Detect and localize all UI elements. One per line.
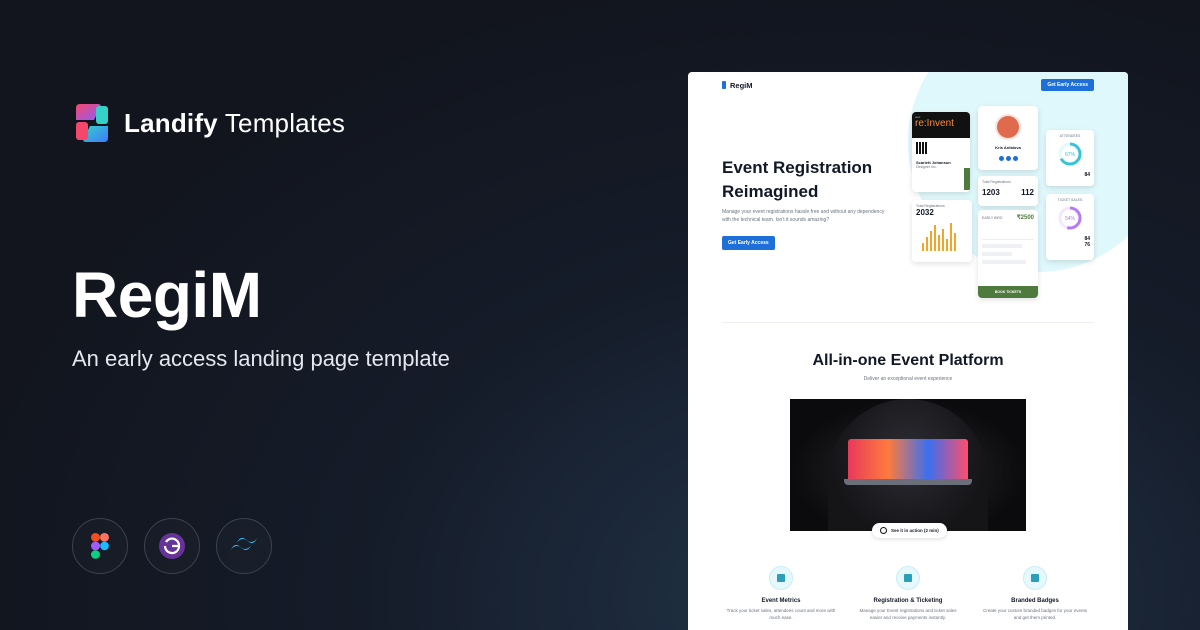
profile-card: Kris Anfalova bbox=[978, 106, 1038, 170]
registrations-chart-card: Total Registrations 2032 bbox=[912, 200, 972, 262]
total-count: 2032 bbox=[916, 208, 934, 217]
section-subtitle: Deliver an exceptional event experience bbox=[863, 376, 953, 382]
feature-title: Registration & Ticketing bbox=[873, 598, 943, 604]
chart-bar bbox=[954, 233, 956, 251]
preview-logo[interactable]: RegiM bbox=[722, 81, 753, 90]
laptop-base bbox=[844, 479, 972, 485]
preview-heading-line2: Reimagined bbox=[722, 181, 819, 201]
feature-description: Create your custom branded badges for yo… bbox=[982, 608, 1088, 620]
chart-bar bbox=[926, 237, 928, 251]
feature-title: Event Metrics bbox=[761, 598, 801, 604]
early-bird-label: EARLY BIRD bbox=[982, 215, 1003, 220]
tailwind-icon bbox=[216, 518, 272, 574]
hero-title: RegiM bbox=[72, 259, 262, 331]
book-tickets-button[interactable]: BOOK TICKETS bbox=[978, 286, 1038, 298]
event-time-icon bbox=[982, 244, 1022, 248]
ticket-header: aws re:Invent bbox=[912, 112, 970, 138]
attendees-label: ATTENDEES bbox=[1059, 134, 1081, 138]
hero-subtitle: An early access landing page template bbox=[72, 346, 450, 371]
brand: Landify Templates bbox=[72, 102, 345, 144]
preview-heading-line1: Event Registration bbox=[722, 158, 873, 177]
linkedin-icon[interactable] bbox=[1012, 156, 1018, 161]
preview-logo-text: RegiM bbox=[730, 80, 753, 90]
registrations-card: Total Registrations 1203 112 bbox=[978, 176, 1038, 206]
brand-name-strong: Landify bbox=[124, 107, 218, 138]
early-bird-price: ₹2500 bbox=[1016, 215, 1034, 221]
registrations-label: Total Registrations bbox=[982, 180, 1011, 184]
feature-description: Track your ticket sales, attendees count… bbox=[726, 608, 836, 620]
ticket-sales-label: TICKET SALES bbox=[1057, 198, 1083, 202]
ticket-value-b: 76 bbox=[1084, 242, 1090, 248]
figma-icon bbox=[72, 518, 128, 574]
metrics-icon bbox=[769, 566, 793, 590]
nav-early-access-button[interactable]: Get Early Access bbox=[1041, 79, 1094, 91]
play-icon bbox=[880, 527, 887, 534]
attendees-percent: 67% bbox=[1065, 152, 1076, 158]
ticket-card: aws re:Invent Scarlett Johanson Designer… bbox=[912, 112, 970, 192]
chart-bar bbox=[934, 225, 936, 251]
feature-branded-badges: Branded Badges Create your custom brande… bbox=[980, 566, 1090, 622]
section-divider bbox=[722, 322, 1094, 323]
ticket-sales-card: TICKET SALES 54% 84 76 bbox=[1046, 194, 1094, 260]
tool-icons bbox=[72, 518, 272, 574]
early-bird-card: EARLY BIRD ₹2500 BOOK TICKETS bbox=[978, 210, 1038, 298]
ticket-brand: re:Invent bbox=[915, 118, 954, 129]
gatsby-icon bbox=[144, 518, 200, 574]
laptop-screen bbox=[848, 439, 968, 479]
hero-early-access-button[interactable]: Get Early Access bbox=[722, 236, 775, 250]
chart-bar bbox=[942, 229, 944, 251]
attendees-card: ATTENDEES 67% 84 bbox=[1046, 130, 1094, 186]
ticket-sales-ring: 54% bbox=[1058, 206, 1082, 230]
landify-logo-icon bbox=[76, 104, 108, 142]
social-icons bbox=[978, 156, 1038, 161]
preview-description: Manage your event registrations hassle f… bbox=[722, 209, 885, 223]
brand-name-light: Templates bbox=[224, 107, 346, 138]
badges-icon bbox=[1023, 566, 1047, 590]
ticket-tag bbox=[964, 168, 970, 190]
chart-bar bbox=[946, 239, 948, 251]
product-video[interactable] bbox=[790, 399, 1026, 531]
attendees-checkins: 84 bbox=[1084, 172, 1090, 178]
event-details bbox=[982, 239, 1034, 264]
chart-bar bbox=[938, 235, 940, 251]
ticket-role: Designer Inc. bbox=[916, 165, 937, 169]
feature-event-metrics: Event Metrics Track your ticket sales, a… bbox=[726, 566, 836, 622]
ticketing-icon bbox=[896, 566, 920, 590]
ticket-sales-percent: 54% bbox=[1065, 216, 1076, 222]
chart-bar bbox=[922, 243, 924, 251]
profile-name: Kris Anfalova bbox=[995, 145, 1021, 150]
qr-code-icon bbox=[916, 142, 928, 154]
avatar bbox=[995, 114, 1021, 140]
bar-chart bbox=[916, 221, 968, 251]
registrations-count: 1203 bbox=[982, 188, 1000, 197]
checkins-count: 112 bbox=[1021, 188, 1034, 197]
section-title: All-in-one Event Platform bbox=[812, 352, 1004, 369]
feature-title: Branded Badges bbox=[1011, 598, 1059, 604]
event-location-icon bbox=[982, 260, 1026, 264]
brand-name: Landify Templates bbox=[124, 108, 345, 139]
facebook-icon[interactable] bbox=[998, 156, 1004, 161]
attendees-ring: 67% bbox=[1058, 142, 1082, 166]
event-date-icon bbox=[982, 252, 1012, 256]
feature-registration-ticketing: Registration & Ticketing Manage your Eve… bbox=[853, 566, 963, 622]
preview-navbar: RegiM Get Early Access bbox=[722, 78, 1094, 92]
feature-description: Manage your Event registrations and tick… bbox=[859, 608, 957, 620]
chart-bar bbox=[950, 223, 952, 251]
twitter-icon[interactable] bbox=[1005, 156, 1011, 161]
landing-page-preview: RegiM Get Early Access Event Registratio… bbox=[688, 72, 1128, 630]
video-play-button[interactable]: See it in action (2 min) bbox=[872, 523, 947, 538]
regim-logo-icon bbox=[722, 81, 726, 89]
preview-heading: Event Registration Reimagined bbox=[722, 156, 872, 204]
video-play-label: See it in action (2 min) bbox=[891, 528, 939, 533]
chart-bar bbox=[930, 231, 932, 251]
